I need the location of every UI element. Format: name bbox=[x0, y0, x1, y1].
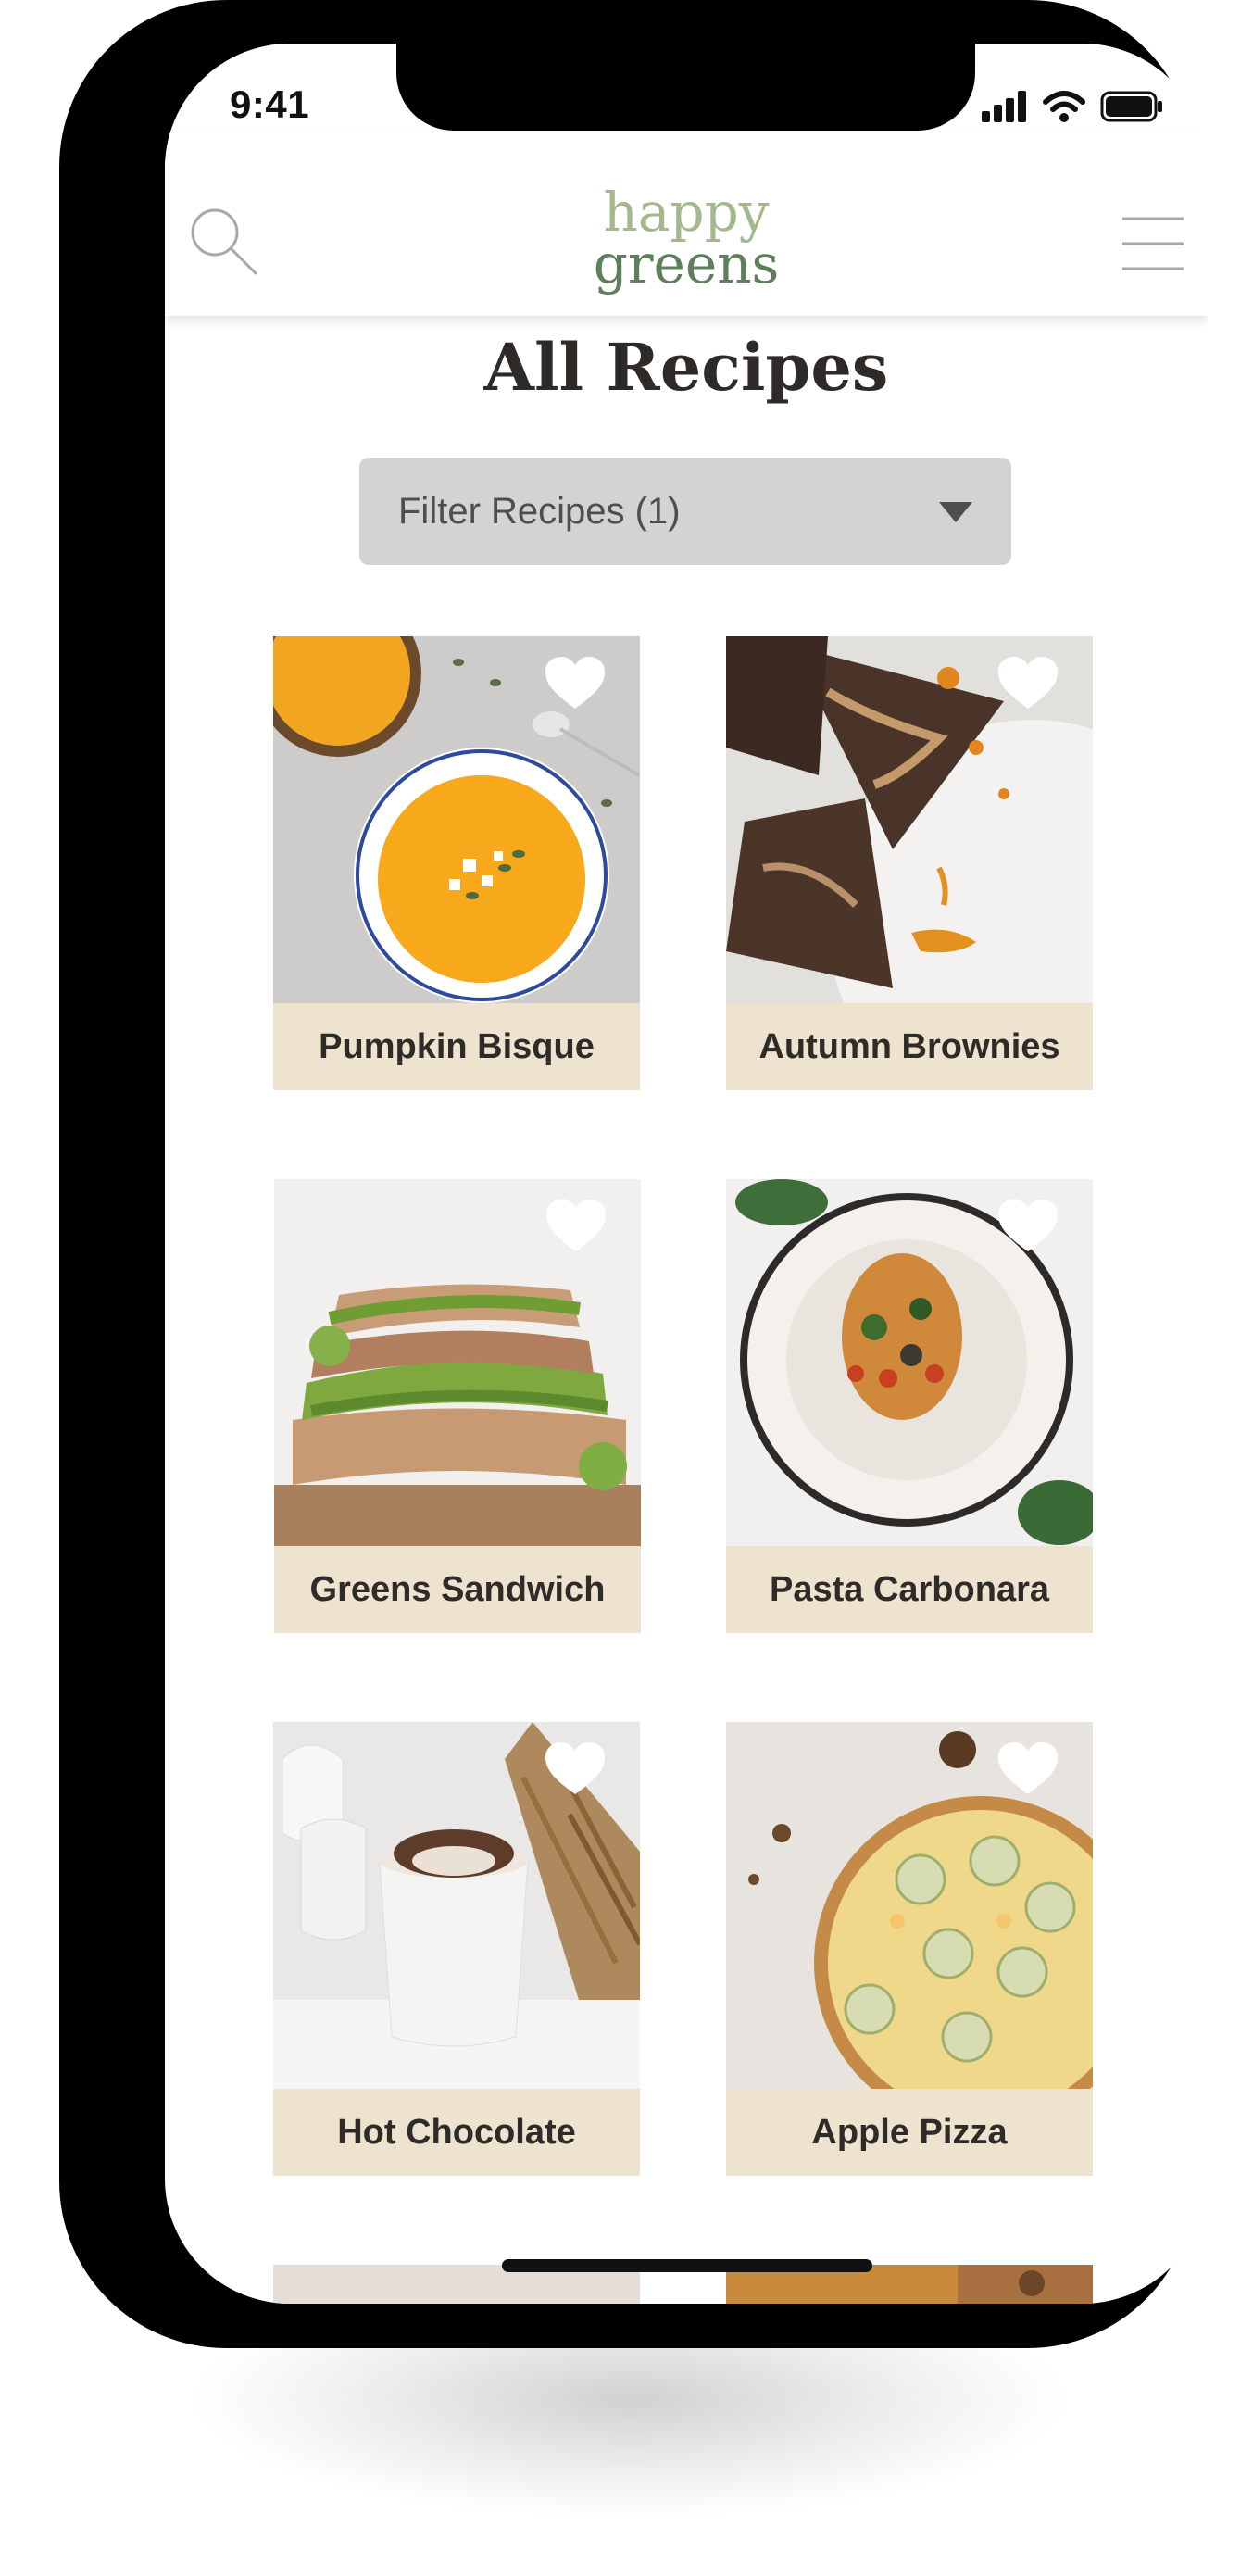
hamburger-menu-icon bbox=[1122, 217, 1184, 270]
recipe-card-greens-sandwich[interactable]: Greens Sandwich bbox=[274, 1179, 641, 1633]
logo-line1: happy bbox=[603, 181, 770, 244]
recipe-card-pasta-carbonara[interactable]: Pasta Carbonara bbox=[726, 1179, 1093, 1633]
app-screen: 9:41 happy greens All Recipes Filter Rec… bbox=[165, 44, 1208, 2304]
favorite-heart-icon[interactable] bbox=[998, 1200, 1058, 1253]
logo-line2: greens bbox=[593, 232, 780, 295]
recipe-title: Greens Sandwich bbox=[274, 1546, 641, 1633]
recipe-title: Apple Pizza bbox=[726, 2089, 1093, 2176]
caret-down-icon bbox=[939, 502, 972, 522]
favorite-heart-icon[interactable] bbox=[546, 1200, 606, 1253]
battery-icon bbox=[1100, 91, 1162, 122]
recipe-card-hot-chocolate[interactable]: Hot Chocolate bbox=[273, 1722, 640, 2176]
recipe-card-apple-pizza[interactable]: Apple Pizza bbox=[726, 1722, 1093, 2176]
favorite-heart-icon[interactable] bbox=[998, 1742, 1058, 1796]
recipe-title: Hot Chocolate bbox=[273, 2089, 640, 2176]
app-header: happy greens bbox=[165, 131, 1208, 316]
page-title: All Recipes bbox=[483, 329, 889, 406]
signal-icon bbox=[982, 91, 1026, 122]
filter-label: Filter Recipes (1) bbox=[398, 491, 681, 532]
recipe-card-autumn-brownies[interactable]: Autumn Brownies bbox=[726, 636, 1093, 1090]
notch bbox=[396, 44, 975, 131]
wifi-icon bbox=[1043, 91, 1085, 122]
brand-logo[interactable]: happy greens bbox=[165, 181, 1208, 295]
phone-frame: 9:41 happy greens All Recipes Filter Rec… bbox=[59, 0, 1208, 2348]
favorite-heart-icon[interactable] bbox=[545, 1742, 605, 1796]
recipe-title: Autumn Brownies bbox=[726, 1003, 1093, 1090]
favorite-heart-icon[interactable] bbox=[998, 657, 1058, 710]
recipe-card-pumpkin-bisque[interactable]: Pumpkin Bisque bbox=[273, 636, 640, 1090]
status-indicators bbox=[982, 88, 1163, 125]
filter-recipes-dropdown[interactable]: Filter Recipes (1) bbox=[359, 458, 1011, 565]
recipe-title: Pumpkin Bisque bbox=[273, 1003, 640, 1090]
recipe-title: Pasta Carbonara bbox=[726, 1546, 1093, 1633]
status-time: 9:41 bbox=[230, 82, 310, 126]
home-indicator[interactable] bbox=[502, 2259, 872, 2272]
favorite-heart-icon[interactable] bbox=[545, 657, 605, 710]
menu-button[interactable] bbox=[1121, 216, 1185, 271]
